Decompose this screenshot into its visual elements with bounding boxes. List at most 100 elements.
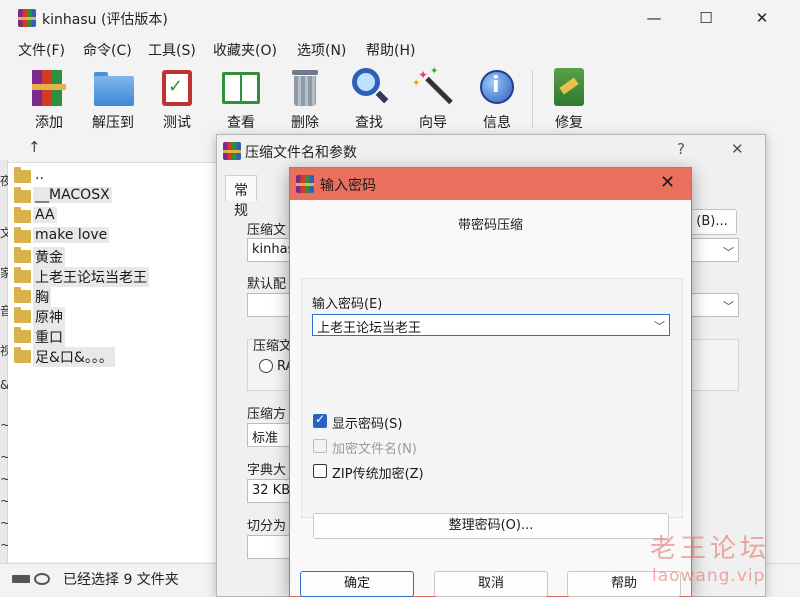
winrar-app-icon (18, 9, 36, 27)
edge-char: ~ (0, 418, 8, 432)
cancel-button[interactable]: 取消 (434, 571, 548, 597)
file-name: 胸 (33, 287, 51, 307)
winrar-app-icon (296, 175, 314, 193)
zip-legacy-encryption-checkbox[interactable] (313, 464, 327, 478)
find-button[interactable]: 查找 (338, 66, 400, 131)
encrypt-filenames-checkbox[interactable] (313, 439, 327, 453)
method-label: 压缩方 (247, 407, 287, 422)
folder-icon (14, 327, 31, 343)
file-name: .. (35, 167, 44, 183)
chevron-down-icon[interactable]: ﹀ (723, 244, 734, 260)
split-label: 切分为 (247, 519, 287, 534)
menu-bar: 文件(F) 命令(C) 工具(S) 收藏夹(O) 选项(N) 帮助(H) (0, 36, 800, 62)
folder-icon (14, 287, 31, 303)
folder-icon (14, 307, 31, 323)
main-title-bar[interactable]: kinhasu (评估版本) — ☐ ✕ (0, 0, 800, 36)
extract-to-label: 解压到 (92, 115, 134, 131)
zip-legacy-encryption-label: ZIP传统加密(Z) (332, 467, 424, 482)
edge-char: 音 (0, 304, 8, 318)
format-radio[interactable] (259, 359, 273, 373)
up-folder-arrow-icon[interactable]: ↑ (28, 138, 41, 156)
edge-char: & (0, 378, 8, 392)
file-name: 足&口&。。。 (33, 347, 115, 367)
wizard-button[interactable]: ✦ ✦ ✦ 向导 (402, 66, 464, 131)
add-button[interactable]: 添加 (18, 66, 80, 131)
edge-char: 文 (0, 226, 8, 240)
chevron-down-icon[interactable]: ﹀ (723, 298, 734, 314)
repair-button[interactable]: 修复 (538, 66, 600, 131)
edge-char: ~ (0, 494, 8, 508)
test-clipboard-icon: ✓ (156, 66, 198, 108)
delete-button[interactable]: 删除 (274, 66, 336, 131)
toolbar-separator (532, 70, 533, 128)
dict-value: 32 KB (252, 483, 291, 498)
delete-trash-icon (284, 66, 326, 108)
delete-label: 删除 (291, 115, 319, 131)
archive-dialog-close-button[interactable]: ✕ (731, 140, 744, 158)
view-button[interactable]: 查看 (210, 66, 272, 131)
maximize-button[interactable]: ☐ (684, 4, 728, 32)
file-name: make love (33, 227, 110, 243)
ok-button[interactable]: 确定 (300, 571, 414, 597)
edge-char: 夜 (0, 174, 8, 188)
dict-label: 字典大 (247, 463, 287, 478)
file-name: __MACOSX (33, 187, 112, 203)
folder-icon (14, 247, 31, 263)
archive-name-label: 压缩文 (247, 223, 287, 238)
file-name: 原神 (33, 307, 65, 327)
chevron-down-icon[interactable]: ﹀ (654, 318, 665, 334)
menu-favorites[interactable]: 收藏夹(O) (213, 40, 277, 60)
test-button[interactable]: ✓ 测试 (146, 66, 208, 131)
minimize-button[interactable]: — (632, 4, 676, 32)
password-value: 上老王论坛当老王 (317, 321, 422, 336)
menu-file[interactable]: 文件(F) (18, 40, 65, 60)
password-dialog-title: 输入密码 (320, 178, 376, 194)
repair-kit-icon (548, 66, 590, 108)
winrar-app-icon (223, 142, 241, 160)
password-dialog-title-bar[interactable]: 输入密码 ✕ (290, 168, 691, 200)
edge-char: 家 (0, 266, 8, 280)
menu-options[interactable]: 选项(N) (297, 40, 346, 60)
left-edge-strip: 夜 文 家 音 视 & ~ ~ ~ ~ ~ ~ (0, 160, 8, 570)
show-password-checkbox[interactable] (313, 412, 327, 428)
test-label: 测试 (163, 115, 191, 131)
window-title: kinhasu (评估版本) (42, 12, 168, 28)
folder-icon (14, 187, 31, 203)
find-label: 查找 (355, 115, 383, 131)
edge-char: ~ (0, 472, 8, 486)
folder-icon (14, 167, 31, 183)
edge-char: ~ (0, 516, 8, 530)
menu-commands[interactable]: 命令(C) (83, 40, 132, 60)
organize-passwords-button[interactable]: 整理密码(O)... (313, 513, 669, 539)
browse-button[interactable]: (B)... (687, 209, 737, 235)
wizard-label: 向导 (419, 115, 447, 131)
help-icon[interactable]: ? (677, 140, 685, 158)
edge-char: 视 (0, 344, 8, 358)
folder-icon (14, 227, 31, 243)
repair-label: 修复 (555, 115, 583, 131)
password-dialog-subtitle: 带密码压缩 (457, 218, 523, 233)
format-label: 压缩文 (253, 339, 293, 354)
method-value: 标准 (252, 431, 279, 446)
password-dialog-close-button[interactable]: ✕ (660, 172, 675, 193)
info-icon: i (476, 66, 518, 108)
view-label: 查看 (227, 115, 255, 131)
info-button[interactable]: i 信息 (466, 66, 528, 131)
drive-icon (12, 573, 52, 585)
file-name: 重口 (33, 327, 65, 347)
close-button[interactable]: ✕ (740, 4, 784, 32)
file-list[interactable]: .. __MACOSX AA make love 黄金 上老王论坛当老王 胸 原… (8, 162, 220, 562)
wizard-wand-icon: ✦ ✦ ✦ (412, 66, 454, 108)
password-input-label: 输入密码(E) (312, 297, 383, 312)
path-bar: ↑ (8, 134, 230, 160)
menu-help[interactable]: 帮助(H) (366, 40, 415, 60)
extract-to-button[interactable]: 解压到 (82, 66, 144, 131)
tab-general[interactable]: 常规 (225, 175, 257, 219)
edge-char: ~ (0, 450, 8, 464)
show-password-label: 显示密码(S) (332, 417, 403, 432)
password-input[interactable]: 上老王论坛当老王 (312, 314, 670, 336)
add-label: 添加 (35, 115, 63, 131)
menu-tools[interactable]: 工具(S) (148, 40, 196, 60)
file-name: 上老王论坛当老王 (33, 267, 149, 287)
edge-char: ~ (0, 538, 8, 552)
